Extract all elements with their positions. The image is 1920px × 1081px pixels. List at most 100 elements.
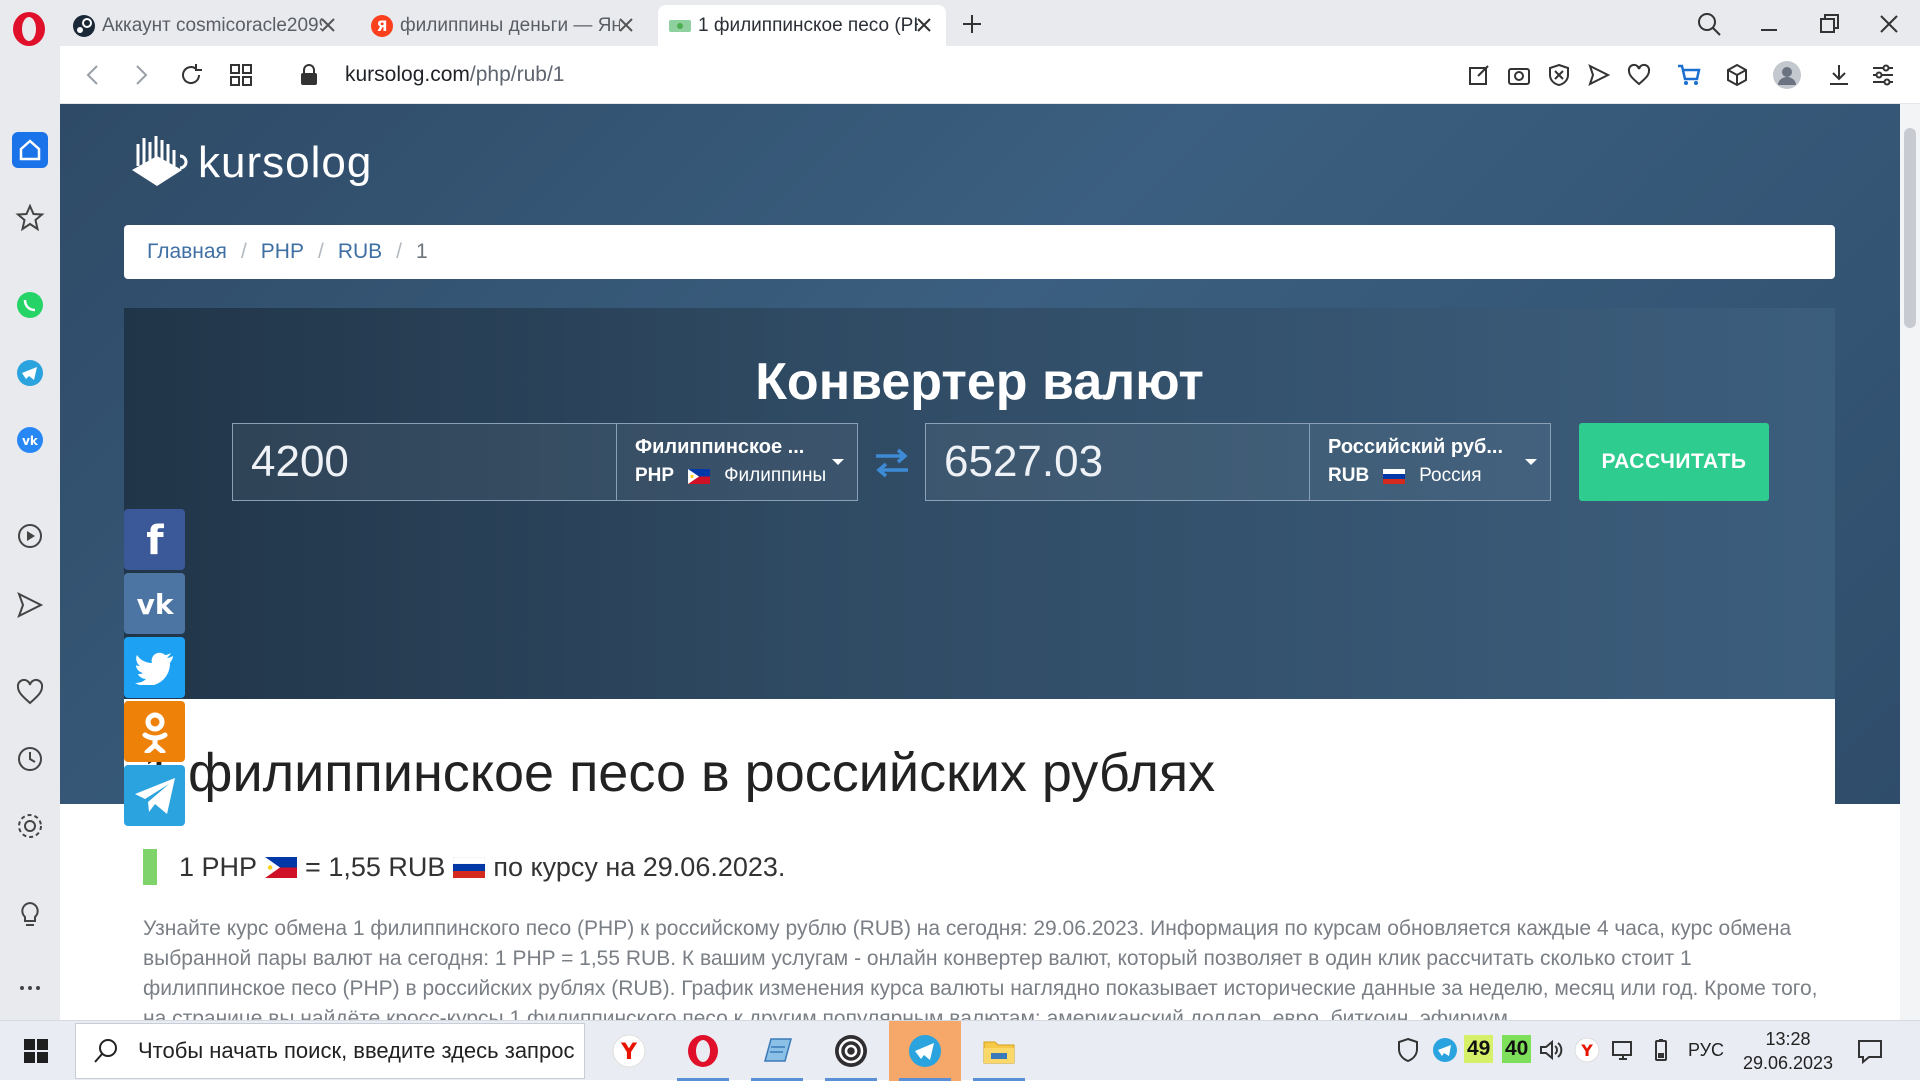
more-icon[interactable]	[14, 972, 46, 1004]
battery-icon[interactable]	[1648, 1037, 1674, 1063]
reload-icon[interactable]	[178, 62, 204, 88]
to-currency-select[interactable]: Российский руб... RUB Россия	[1310, 424, 1550, 500]
site-logo[interactable]: kursolog	[124, 130, 372, 196]
breadcrumb-separator: /	[396, 240, 402, 263]
download-icon[interactable]	[1826, 62, 1852, 88]
philippines-flag-icon	[265, 856, 298, 878]
yandex-browser-taskbar-icon[interactable]: Y	[593, 1021, 665, 1081]
close-icon[interactable]	[616, 15, 636, 35]
share-bar: f vk	[124, 509, 185, 829]
accent-bar	[143, 849, 157, 885]
back-icon[interactable]	[80, 62, 106, 88]
page-scrollbar[interactable]	[1900, 104, 1920, 1020]
defender-shield-icon[interactable]	[1395, 1037, 1421, 1063]
address-bar: kursolog.com/php/rub/1	[60, 46, 1920, 104]
system-clock[interactable]: 13:28 29.06.2023	[1740, 1027, 1836, 1075]
close-icon[interactable]	[318, 15, 338, 35]
gear-icon[interactable]	[14, 810, 46, 842]
breadcrumb-rub[interactable]: RUB	[338, 240, 382, 264]
currency-code: PHP	[635, 465, 675, 486]
vk-icon[interactable]: vk	[14, 424, 46, 456]
player-icon[interactable]	[14, 520, 46, 552]
history-icon[interactable]	[14, 743, 46, 775]
tab-kursolog[interactable]: 1 филиппинское песо (PH	[658, 5, 946, 46]
scroll-thumb[interactable]	[1904, 128, 1916, 328]
language-indicator[interactable]: РУС	[1688, 1040, 1724, 1061]
opera-menu-icon[interactable]	[10, 10, 48, 48]
rate-summary: 1 PHP = 1,55 RUB по курсу на 29.06.2023.	[143, 849, 785, 885]
tray-badge[interactable]: 49	[1464, 1035, 1494, 1063]
whatsapp-icon[interactable]	[14, 289, 46, 321]
notepad-taskbar-icon[interactable]	[741, 1021, 813, 1081]
svg-text:Y: Y	[620, 1040, 638, 1065]
star-icon[interactable]	[14, 202, 46, 234]
windows-start-icon[interactable]	[0, 1021, 72, 1081]
tab-bar: Аккаунт cosmicoracle2099 Я филиппины ден…	[0, 0, 1920, 46]
currency-name: Филиппинское ...	[635, 436, 805, 458]
svg-text:vk: vk	[136, 588, 174, 620]
rate-from: 1 PHP	[179, 851, 258, 882]
avatar-icon[interactable]	[1772, 60, 1802, 90]
restore-icon[interactable]	[1815, 10, 1843, 38]
cube-icon[interactable]	[1724, 62, 1750, 88]
taskbar-search-input[interactable]: Чтобы начать поиск, введите здесь запрос	[75, 1023, 585, 1079]
close-icon[interactable]	[914, 15, 934, 35]
speed-dial-icon[interactable]	[228, 62, 254, 88]
telegram-share-icon[interactable]	[124, 765, 185, 826]
heart-icon[interactable]	[1626, 62, 1652, 88]
notification-center-icon[interactable]	[1856, 1037, 1884, 1065]
tab-title: Аккаунт cosmicoracle2099	[102, 14, 322, 36]
telegram-icon[interactable]	[14, 357, 46, 389]
twitter-share-icon[interactable]	[124, 637, 185, 698]
from-currency-select[interactable]: Филиппинское ... PHP Филиппины	[617, 424, 857, 500]
camera-icon[interactable]	[1506, 62, 1532, 88]
close-window-icon[interactable]	[1875, 10, 1903, 38]
tab-yandex-search[interactable]: Я филиппины деньги — Янд	[360, 5, 648, 46]
file-explorer-taskbar-icon[interactable]	[963, 1021, 1035, 1081]
yandex-tray-icon[interactable]: Y	[1574, 1037, 1600, 1063]
send-icon[interactable]	[1586, 62, 1612, 88]
lock-icon[interactable]	[298, 63, 320, 87]
tray-badge[interactable]: 40	[1502, 1035, 1532, 1063]
odnoklassniki-share-icon[interactable]	[124, 701, 185, 762]
vk-share-icon[interactable]: vk	[124, 573, 185, 634]
tab-steam-account[interactable]: Аккаунт cosmicoracle2099	[62, 5, 350, 46]
from-amount-input[interactable]: 4200	[233, 424, 617, 500]
currency-name: Российский руб...	[1328, 436, 1504, 458]
easy-setup-icon[interactable]	[1870, 62, 1896, 88]
send-icon[interactable]	[14, 589, 46, 621]
to-currency-group: 6527.03 Российский руб... RUB Россия	[925, 423, 1551, 501]
adblock-icon[interactable]	[1546, 62, 1572, 88]
breadcrumb-home[interactable]: Главная	[147, 240, 227, 264]
svg-text:vk: vk	[22, 434, 39, 448]
network-icon[interactable]	[1610, 1037, 1636, 1063]
yandex-icon: Я	[370, 14, 394, 38]
edit-icon[interactable]	[1466, 62, 1492, 88]
cart-icon[interactable]	[1676, 62, 1702, 88]
new-tab-plus-icon[interactable]	[960, 12, 984, 36]
obs-taskbar-icon[interactable]	[815, 1021, 887, 1081]
home-icon[interactable]	[12, 132, 48, 168]
currency-country: Филиппины	[724, 465, 827, 486]
to-amount-input[interactable]: 6527.03	[926, 424, 1310, 500]
rate-date-text: по курсу на 29.06.2023.	[493, 851, 786, 882]
page-viewport: kursolog Главная / PHP / RUB / 1 Конверт…	[60, 104, 1900, 1020]
telegram-tray-icon[interactable]	[1432, 1037, 1458, 1063]
steam-icon	[72, 14, 96, 38]
url-field[interactable]: kursolog.com/php/rub/1	[345, 63, 564, 87]
calculate-button[interactable]: РАССЧИТАТЬ	[1579, 423, 1769, 501]
forward-icon[interactable]	[128, 62, 154, 88]
search-tabs-icon[interactable]	[1695, 10, 1723, 38]
opera-taskbar-icon[interactable]	[667, 1021, 739, 1081]
swap-arrows-icon[interactable]	[872, 446, 912, 480]
telegram-taskbar-icon[interactable]	[889, 1021, 961, 1081]
rate-value: = 1,55 RUB	[305, 851, 446, 882]
kursolog-logo-icon	[124, 130, 190, 196]
facebook-share-icon[interactable]: f	[124, 509, 185, 570]
volume-icon[interactable]	[1538, 1037, 1564, 1063]
intro-paragraph: Узнайте курс обмена 1 филиппинского песо…	[143, 917, 1818, 1020]
breadcrumb-php[interactable]: PHP	[261, 240, 304, 264]
minimize-icon[interactable]	[1755, 10, 1783, 38]
heart-icon[interactable]	[14, 676, 46, 708]
lightbulb-icon[interactable]	[14, 899, 46, 931]
